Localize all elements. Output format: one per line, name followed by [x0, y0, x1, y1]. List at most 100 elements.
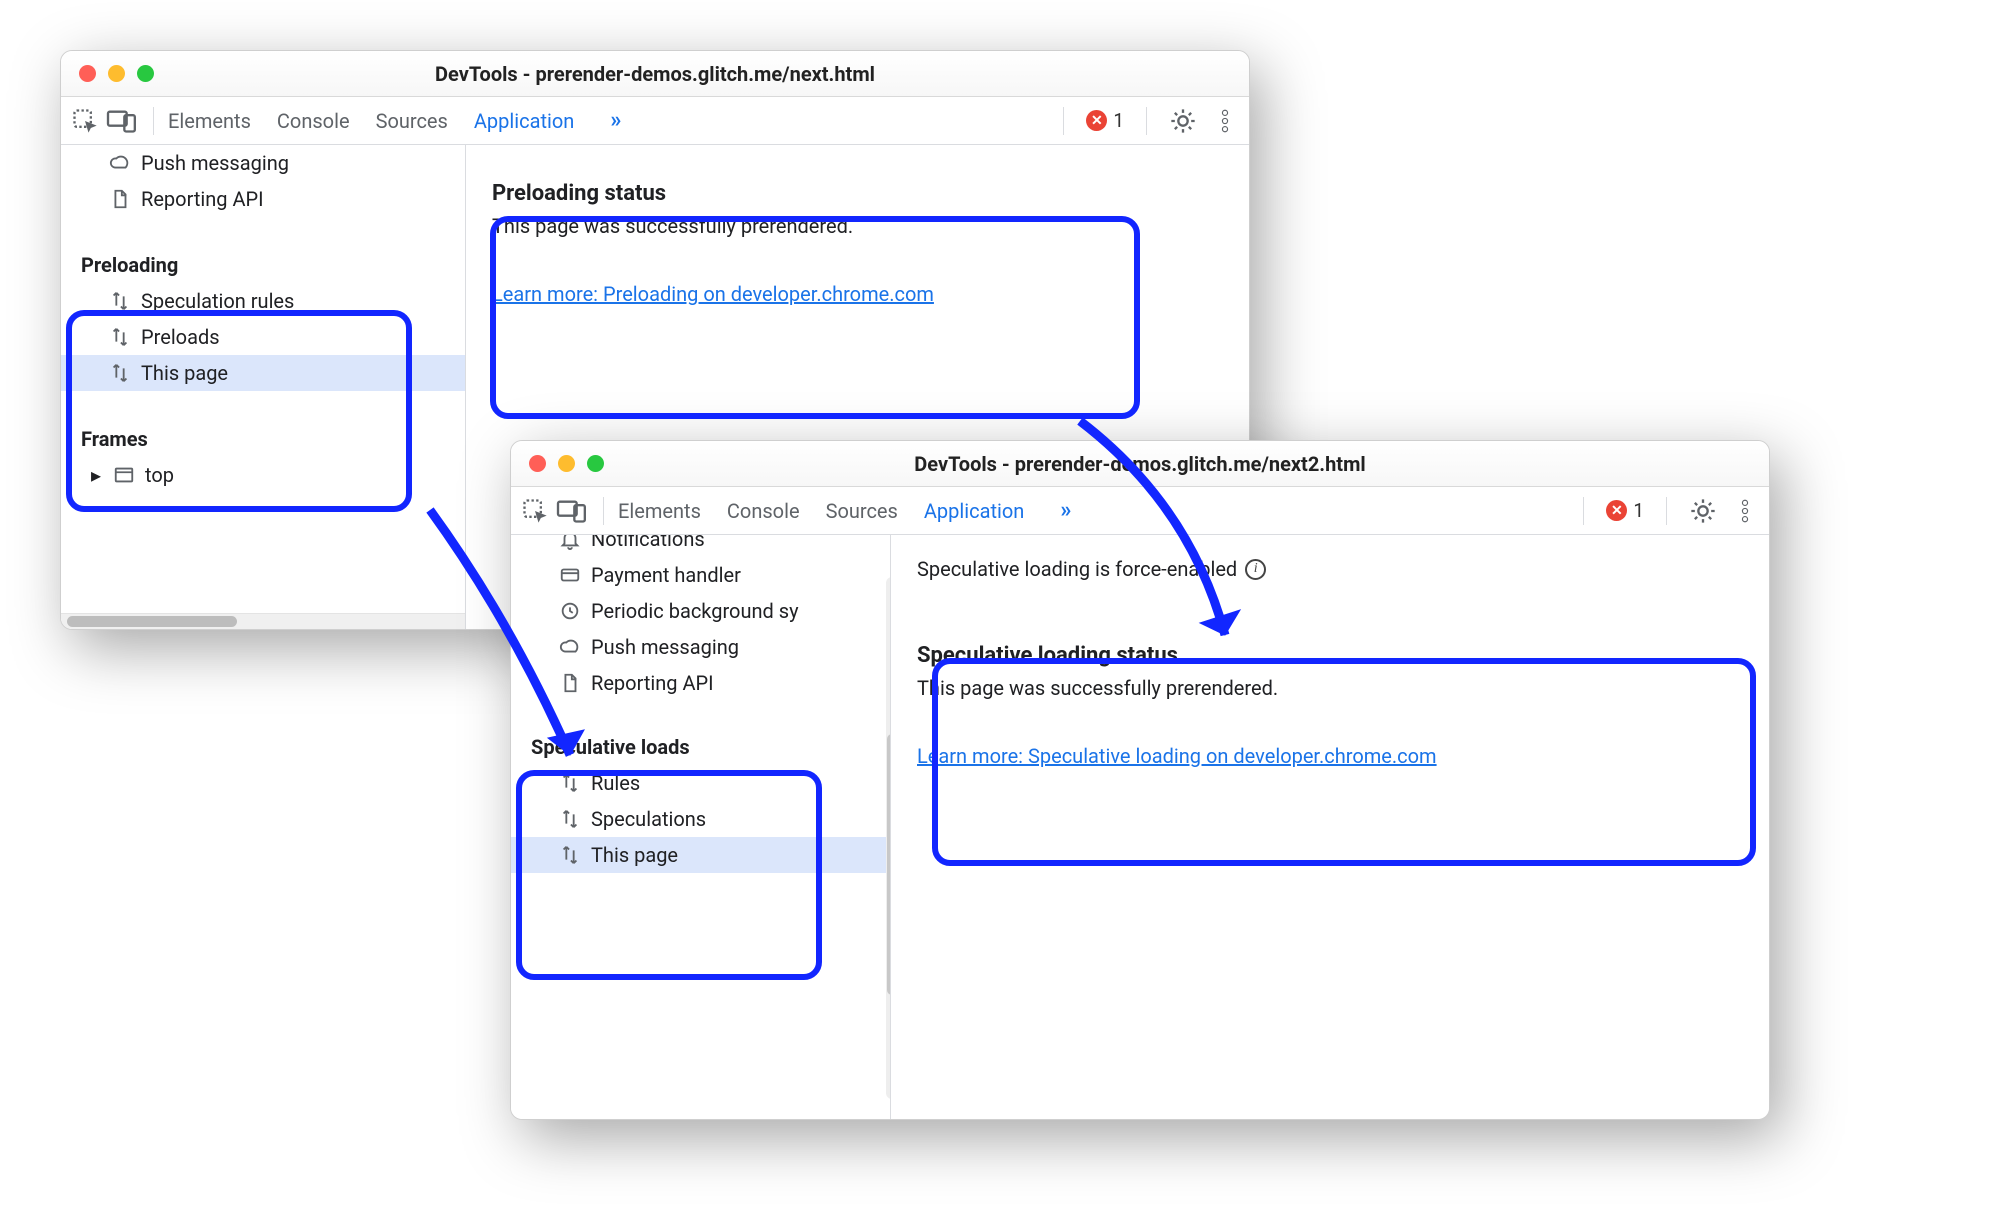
sidebar-item-rules[interactable]: Rules [511, 765, 890, 801]
window-title: DevTools - prerender-demos.glitch.me/nex… [61, 51, 1249, 96]
tab-application[interactable]: Application [474, 101, 574, 141]
main-pane: Speculative loading is force-enabled i S… [891, 535, 1769, 1119]
sidebar-item-notifications[interactable]: Notifications [511, 535, 890, 557]
titlebar[interactable]: DevTools - prerender-demos.glitch.me/nex… [511, 441, 1769, 487]
zoom-icon[interactable] [137, 65, 154, 82]
sidebar[interactable]: Notifications Payment handler Periodic b… [511, 535, 891, 1119]
learn-more-link[interactable]: Learn more: Preloading on developer.chro… [492, 282, 934, 306]
sidebar-item-top[interactable]: ▸ top [61, 457, 465, 493]
sidebar-item-push-messaging[interactable]: Push messaging [61, 145, 465, 181]
panel-title: Preloading status [492, 181, 1231, 206]
minimize-icon[interactable] [558, 455, 575, 472]
error-badge[interactable]: ✕ 1 [1606, 499, 1644, 522]
tab-application[interactable]: Application [924, 491, 1024, 531]
tabs-overflow-icon[interactable]: » [610, 108, 621, 133]
devtools-window-2: DevTools - prerender-demos.glitch.me/nex… [510, 440, 1770, 1120]
info-icon[interactable]: i [1245, 559, 1266, 580]
sidebar-item-speculations[interactable]: Speculations [511, 801, 890, 837]
window-title: DevTools - prerender-demos.glitch.me/nex… [511, 441, 1769, 486]
minimize-icon[interactable] [108, 65, 125, 82]
sidebar-item-label: This page [141, 361, 228, 385]
expander-icon[interactable]: ▸ [91, 463, 103, 487]
toolbar: Elements Console Sources Application » ✕… [511, 487, 1769, 535]
divider [153, 107, 154, 135]
sidebar-item-this-page[interactable]: This page [511, 837, 890, 873]
sidebar-item-label: Rules [591, 771, 640, 795]
kebab-menu-icon[interactable] [1731, 497, 1759, 525]
sidebar-item-label: Speculations [591, 807, 706, 831]
gear-icon[interactable] [1169, 107, 1197, 135]
learn-more-link[interactable]: Learn more: Speculative loading on devel… [917, 744, 1437, 768]
doc-icon [109, 188, 131, 210]
sidebar-item-speculation-rules[interactable]: Speculation rules [61, 283, 465, 319]
sidebar-item-label: Preloads [141, 325, 220, 349]
cloud-icon [559, 636, 581, 658]
bell-icon [559, 535, 581, 550]
sidebar-item-payment-handler[interactable]: Payment handler [511, 557, 890, 593]
body: Notifications Payment handler Periodic b… [511, 535, 1769, 1119]
swap-icon [559, 772, 581, 794]
close-icon[interactable] [79, 65, 96, 82]
sidebar-section-speculative-loads[interactable]: Speculative loads [511, 723, 890, 765]
status-line: Speculative loading is force-enabled i [917, 557, 1743, 581]
clock-icon [559, 600, 581, 622]
swap-icon [559, 808, 581, 830]
sidebar-item-label: Periodic background sy [591, 599, 799, 623]
sidebar-section-frames[interactable]: Frames [61, 415, 465, 457]
panel-text: This page was successfully prerendered. [492, 214, 1231, 238]
zoom-icon[interactable] [587, 455, 604, 472]
cloud-icon [109, 152, 131, 174]
sidebar-section-preloading[interactable]: Preloading [61, 241, 465, 283]
tabs-overflow-icon[interactable]: » [1060, 498, 1071, 523]
error-count: 1 [1633, 499, 1644, 522]
traffic-lights[interactable] [79, 65, 154, 82]
sidebar[interactable]: Push messaging Reporting API Preloading … [61, 145, 466, 629]
sidebar-item-label: Notifications [591, 535, 705, 551]
sidebar-item-label: Push messaging [141, 151, 289, 175]
divider [1583, 497, 1584, 525]
traffic-lights[interactable] [529, 455, 604, 472]
divider [1666, 497, 1667, 525]
kebab-menu-icon[interactable] [1211, 107, 1239, 135]
close-icon[interactable] [529, 455, 546, 472]
toolbar-right: ✕ 1 [1045, 107, 1239, 135]
tab-elements[interactable]: Elements [168, 101, 251, 141]
error-count: 1 [1113, 109, 1124, 132]
tab-console[interactable]: Console [727, 491, 800, 531]
sidebar-horizontal-scrollbar[interactable] [61, 613, 465, 629]
sidebar-item-this-page[interactable]: This page [61, 355, 465, 391]
sidebar-item-label: Reporting API [141, 187, 264, 211]
tab-sources[interactable]: Sources [826, 491, 898, 531]
titlebar[interactable]: DevTools - prerender-demos.glitch.me/nex… [61, 51, 1249, 97]
card-icon [559, 564, 581, 586]
panel-tabs: Elements Console Sources Application » [168, 101, 1039, 141]
swap-icon [109, 326, 131, 348]
sidebar-item-reporting-api[interactable]: Reporting API [511, 665, 890, 701]
device-toolbar-icon[interactable] [555, 497, 589, 525]
toolbar-right: ✕ 1 [1565, 497, 1759, 525]
divider [1063, 107, 1064, 135]
device-toolbar-icon[interactable] [105, 107, 139, 135]
status-text: Speculative loading is force-enabled [917, 557, 1237, 581]
tab-elements[interactable]: Elements [618, 491, 701, 531]
tab-console[interactable]: Console [277, 101, 350, 141]
sidebar-item-label: top [145, 463, 174, 487]
sidebar-item-label: Speculation rules [141, 289, 294, 313]
gear-icon[interactable] [1689, 497, 1717, 525]
sidebar-item-label: Reporting API [591, 671, 714, 695]
panel-tabs: Elements Console Sources Application » [618, 491, 1559, 531]
error-badge[interactable]: ✕ 1 [1086, 109, 1124, 132]
sidebar-item-push-messaging[interactable]: Push messaging [511, 629, 890, 665]
sidebar-item-label: Payment handler [591, 563, 741, 587]
panel-text: This page was successfully prerendered. [917, 676, 1743, 700]
inspect-icon[interactable] [521, 497, 549, 525]
inspect-icon[interactable] [71, 107, 99, 135]
sidebar-item-reporting-api[interactable]: Reporting API [61, 181, 465, 217]
doc-icon [559, 672, 581, 694]
swap-icon [109, 290, 131, 312]
divider [603, 497, 604, 525]
sidebar-item-periodic-bg-sync[interactable]: Periodic background sy [511, 593, 890, 629]
tab-sources[interactable]: Sources [376, 101, 448, 141]
toolbar: Elements Console Sources Application » ✕… [61, 97, 1249, 145]
sidebar-item-preloads[interactable]: Preloads [61, 319, 465, 355]
